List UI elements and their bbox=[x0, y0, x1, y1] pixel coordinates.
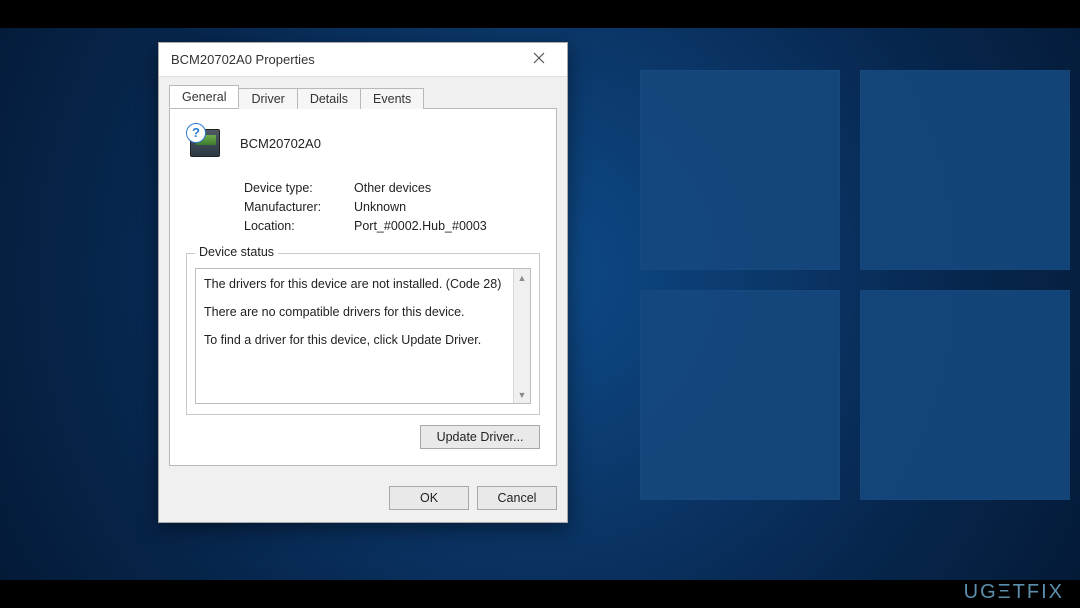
update-driver-button[interactable]: Update Driver... bbox=[420, 425, 540, 449]
titlebar[interactable]: BCM20702A0 Properties bbox=[159, 43, 567, 77]
device-status-group: Device status The drivers for this devic… bbox=[186, 253, 540, 415]
dialog-button-row: OK Cancel bbox=[159, 476, 567, 522]
status-scrollbar[interactable]: ▲ ▼ bbox=[513, 269, 530, 403]
manufacturer-label: Manufacturer: bbox=[244, 200, 354, 214]
tab-strip: General Driver Details Events bbox=[169, 85, 557, 109]
status-line-1: The drivers for this device are not inst… bbox=[204, 277, 512, 291]
device-status-legend: Device status bbox=[195, 245, 278, 259]
windows-logo-icon bbox=[640, 70, 1070, 500]
device-status-textbox[interactable]: The drivers for this device are not inst… bbox=[195, 268, 531, 404]
device-name: BCM20702A0 bbox=[240, 136, 321, 151]
tab-general[interactable]: General bbox=[169, 85, 239, 108]
scroll-down-icon[interactable]: ▼ bbox=[514, 386, 530, 403]
status-line-3: To find a driver for this device, click … bbox=[204, 333, 512, 347]
status-line-2: There are no compatible drivers for this… bbox=[204, 305, 512, 319]
tab-page-general: ? BCM20702A0 Device type: Other devices … bbox=[169, 109, 557, 466]
tab-events[interactable]: Events bbox=[360, 88, 424, 109]
device-properties-dialog: BCM20702A0 Properties General Driver Det… bbox=[158, 42, 568, 523]
letterbox-top bbox=[0, 0, 1080, 28]
close-button[interactable] bbox=[519, 46, 559, 74]
cancel-button[interactable]: Cancel bbox=[477, 486, 557, 510]
scroll-up-icon[interactable]: ▲ bbox=[514, 269, 530, 286]
manufacturer-value: Unknown bbox=[354, 200, 540, 214]
tab-details[interactable]: Details bbox=[297, 88, 361, 109]
device-type-value: Other devices bbox=[354, 181, 540, 195]
window-title: BCM20702A0 Properties bbox=[171, 52, 519, 67]
device-properties: Device type: Other devices Manufacturer:… bbox=[244, 181, 540, 233]
location-value: Port_#0002.Hub_#0003 bbox=[354, 219, 540, 233]
close-icon bbox=[533, 52, 545, 67]
tab-driver[interactable]: Driver bbox=[238, 88, 297, 109]
watermark-text: UGΞTFIX bbox=[964, 581, 1064, 604]
unknown-device-icon: ? bbox=[186, 123, 226, 163]
location-label: Location: bbox=[244, 219, 354, 233]
ok-button[interactable]: OK bbox=[389, 486, 469, 510]
letterbox-bottom bbox=[0, 580, 1080, 608]
device-type-label: Device type: bbox=[244, 181, 354, 195]
